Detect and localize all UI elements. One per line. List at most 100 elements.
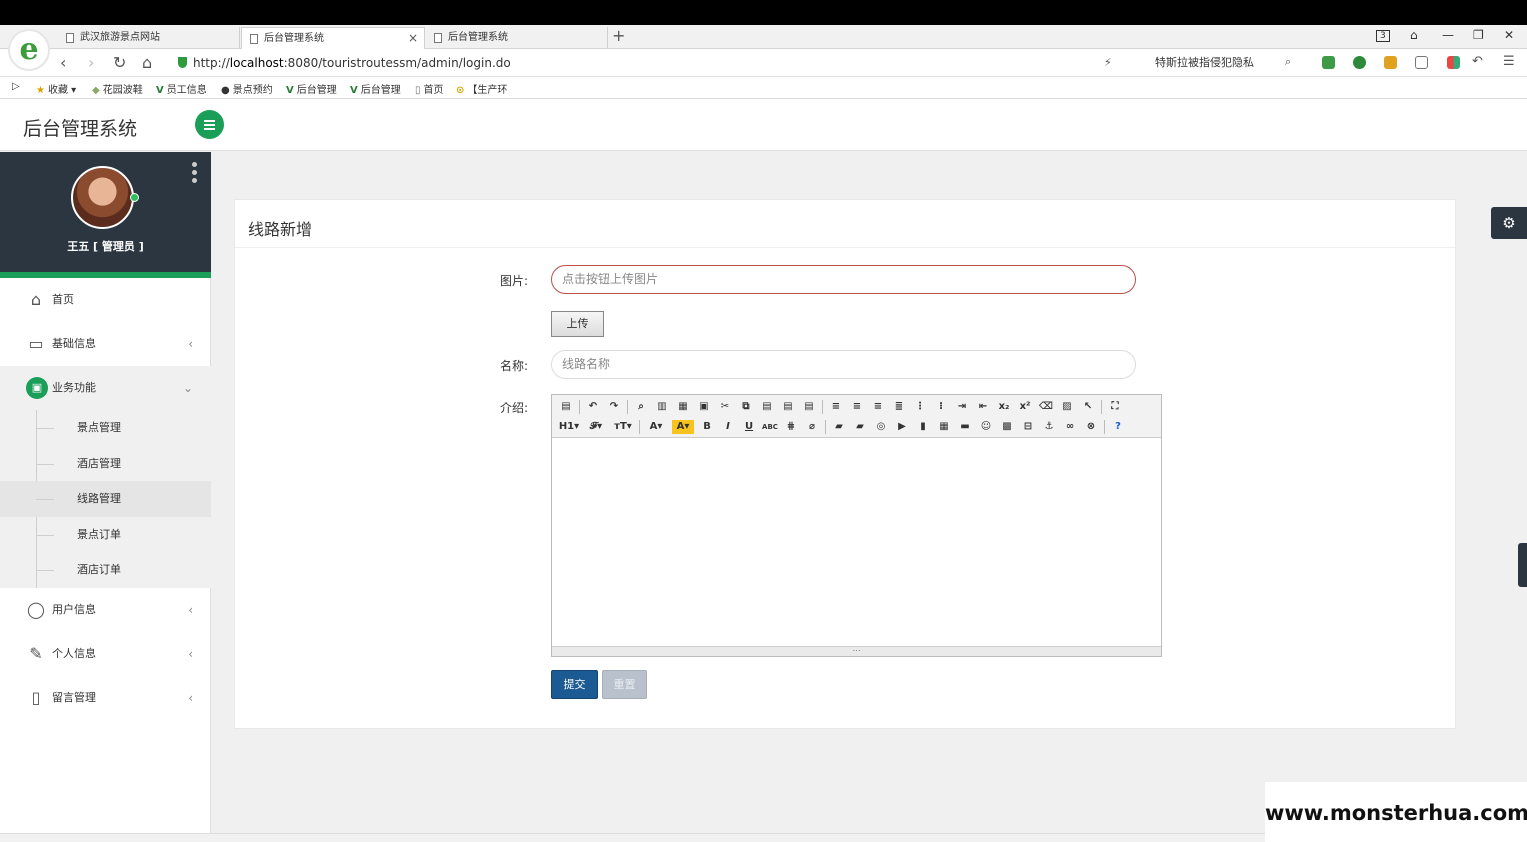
rich-text-editor[interactable]: ▤ ↶ ↷ ⌕ ▥ ▦ ▣ ✂ ⧉ ▤ ▤ ▤ ≡ ≡ ≡ ≣ ⋮ ⁝ ⇥ ⇤ … — [551, 394, 1162, 657]
bookmark-item[interactable]: ● 景点预约 — [221, 81, 273, 96]
emoticon-icon[interactable]: ☺ — [978, 420, 994, 434]
font-size-icon[interactable]: тT▾ — [612, 420, 634, 434]
tab-tourism-site[interactable]: 武汉旅游景点网站 — [58, 27, 240, 49]
code-icon[interactable]: ▣ — [696, 400, 712, 414]
menu-toggle-button[interactable] — [195, 110, 224, 139]
browser-search-input[interactable]: 特斯拉被指侵犯隐私 — [1145, 53, 1305, 73]
tab-admin[interactable]: 后台管理系统 — [426, 27, 608, 49]
back-icon[interactable]: ‹ — [60, 53, 66, 72]
scissors-icon[interactable] — [1322, 56, 1335, 69]
bookmark-favorites[interactable]: ★ 收藏 ▾ — [36, 81, 76, 96]
minimize-icon[interactable]: — — [1442, 28, 1454, 42]
sidebar-toggle-icon[interactable]: ▷ — [12, 81, 20, 92]
strikethrough-icon[interactable]: ABC — [762, 420, 778, 434]
menu-icon[interactable]: ☰ — [1503, 54, 1515, 69]
new-tab-button[interactable]: + — [612, 26, 625, 45]
tab-admin-active[interactable]: 后台管理系统 × — [241, 27, 425, 49]
upload-button[interactable]: 上传 — [551, 311, 604, 337]
cut-icon[interactable]: ✂ — [717, 400, 733, 414]
copy-icon[interactable]: ⧉ — [738, 400, 754, 414]
font-color-icon[interactable]: A▾ — [645, 420, 667, 434]
apps-icon[interactable] — [1447, 56, 1460, 69]
image-field[interactable]: 点击按钮上传图片 — [551, 265, 1136, 294]
flash-icon[interactable]: ◎ — [873, 420, 889, 434]
bookmark-item[interactable]: V 员工信息 — [156, 81, 207, 96]
link-icon[interactable]: ∞ — [1062, 420, 1078, 434]
undo-icon[interactable]: ↶ — [585, 400, 601, 414]
hr-icon[interactable]: ▬ — [957, 420, 973, 434]
map-icon[interactable]: ▩ — [999, 420, 1015, 434]
shield-ext-icon[interactable] — [1384, 56, 1397, 69]
align-justify-icon[interactable]: ≣ — [891, 400, 907, 414]
underline-icon[interactable]: U — [741, 420, 757, 434]
multi-image-icon[interactable]: ▰ — [852, 420, 868, 434]
home-button-icon[interactable]: ⌂ — [142, 53, 152, 72]
more-options-icon[interactable] — [192, 162, 197, 183]
window-count-badge[interactable]: 3 — [1376, 30, 1390, 42]
align-center-icon[interactable]: ≡ — [849, 400, 865, 414]
indent-icon[interactable]: ⇥ — [954, 400, 970, 414]
paste-word-icon[interactable]: ▤ — [801, 400, 817, 414]
redo-icon[interactable]: ↷ — [606, 400, 622, 414]
print-icon[interactable]: ▥ — [654, 400, 670, 414]
cursor-icon[interactable]: ↖ — [1080, 400, 1096, 414]
sidebar-item-basic-info[interactable]: ▭ 基础信息 ‹ — [0, 322, 211, 366]
sidebar-item-personal-info[interactable]: ✎ 个人信息 ‹ — [0, 632, 211, 676]
unordered-list-icon[interactable]: ⁝ — [933, 400, 949, 414]
table-icon[interactable]: ▦ — [936, 420, 952, 434]
attachment-icon[interactable]: ▮ — [915, 420, 931, 434]
close-tab-icon[interactable]: × — [408, 28, 418, 49]
bold-icon[interactable]: B — [699, 420, 715, 434]
fullscreen-icon[interactable]: ⛶ — [1107, 400, 1123, 414]
clear-format-icon[interactable]: ⌫ — [1038, 400, 1054, 414]
paste-icon[interactable]: ▤ — [759, 400, 775, 414]
avatar[interactable] — [71, 166, 134, 229]
close-window-icon[interactable]: ✕ — [1504, 28, 1514, 42]
eraser-icon[interactable]: ⌀ — [804, 420, 820, 434]
italic-icon[interactable]: I — [720, 420, 736, 434]
preview-icon[interactable]: ⌕ — [633, 400, 649, 414]
outdent-icon[interactable]: ⇤ — [975, 400, 991, 414]
subscript-icon[interactable]: x₂ — [996, 400, 1012, 414]
reset-button[interactable]: 重置 — [602, 670, 647, 699]
bookmark-item[interactable]: V 后台管理 — [286, 81, 337, 96]
select-all-icon[interactable]: ▨ — [1059, 400, 1075, 414]
line-height-icon[interactable]: ⋕ — [783, 420, 799, 434]
sidebar-item-scenic-orders[interactable]: 景点订单 — [0, 517, 211, 553]
image-icon[interactable]: ▰ — [831, 420, 847, 434]
ordered-list-icon[interactable]: ⋮ — [912, 400, 928, 414]
template-icon[interactable]: ▦ — [675, 400, 691, 414]
bookmark-item[interactable]: V 后台管理 — [350, 81, 401, 96]
anchor-icon[interactable]: ⚓ — [1041, 420, 1057, 434]
page-break-icon[interactable]: ⊟ — [1020, 420, 1036, 434]
message-icon[interactable] — [1415, 56, 1428, 69]
unlink-icon[interactable]: ⊗ — [1083, 420, 1099, 434]
sidebar-item-user-info[interactable]: ◯ 用户信息 ‹ — [0, 588, 211, 632]
align-right-icon[interactable]: ≡ — [870, 400, 886, 414]
side-scroll-handle[interactable] — [1518, 543, 1527, 587]
editor-resize-handle[interactable]: ⋯ — [552, 646, 1161, 656]
align-left-icon[interactable]: ≡ — [828, 400, 844, 414]
source-icon[interactable]: ▤ — [558, 400, 574, 414]
bookmark-item[interactable]: ▯ 首页 — [415, 81, 444, 96]
route-name-input[interactable]: 线路名称 — [551, 350, 1136, 379]
sidebar-item-business[interactable]: ▣ 业务功能 ⌄ — [0, 366, 211, 410]
reload-icon[interactable]: ↻ — [113, 53, 126, 72]
shirt-icon[interactable]: ⌂ — [1410, 28, 1418, 42]
restore-icon[interactable]: ❐ — [1473, 28, 1484, 42]
font-family-icon[interactable]: 𝓕▾ — [585, 420, 607, 434]
undo-icon[interactable]: ↶ — [1472, 54, 1483, 69]
url-input[interactable]: http://localhost:8080/touristroutessm/ad… — [178, 54, 1098, 72]
highlight-color-icon[interactable]: A▾ — [672, 420, 694, 434]
media-icon[interactable]: ▶ — [894, 420, 910, 434]
sidebar-item-home[interactable]: ⌂ 首页 — [0, 278, 211, 322]
translate-icon[interactable] — [1353, 56, 1366, 69]
bookmark-item[interactable]: ◆ 花园波鞋 — [92, 81, 143, 96]
heading-icon[interactable]: H1▾ — [558, 420, 580, 434]
settings-gear-icon[interactable]: ⚙ — [1491, 207, 1527, 239]
sidebar-item-hotel-manage[interactable]: 酒店管理 — [0, 446, 211, 482]
search-icon[interactable]: ⌕ — [1285, 55, 1291, 69]
sidebar-item-hotel-orders[interactable]: 酒店订单 — [0, 552, 211, 588]
sidebar-item-messages[interactable]: ▯ 留言管理 ‹ — [0, 676, 211, 720]
paste-text-icon[interactable]: ▤ — [780, 400, 796, 414]
